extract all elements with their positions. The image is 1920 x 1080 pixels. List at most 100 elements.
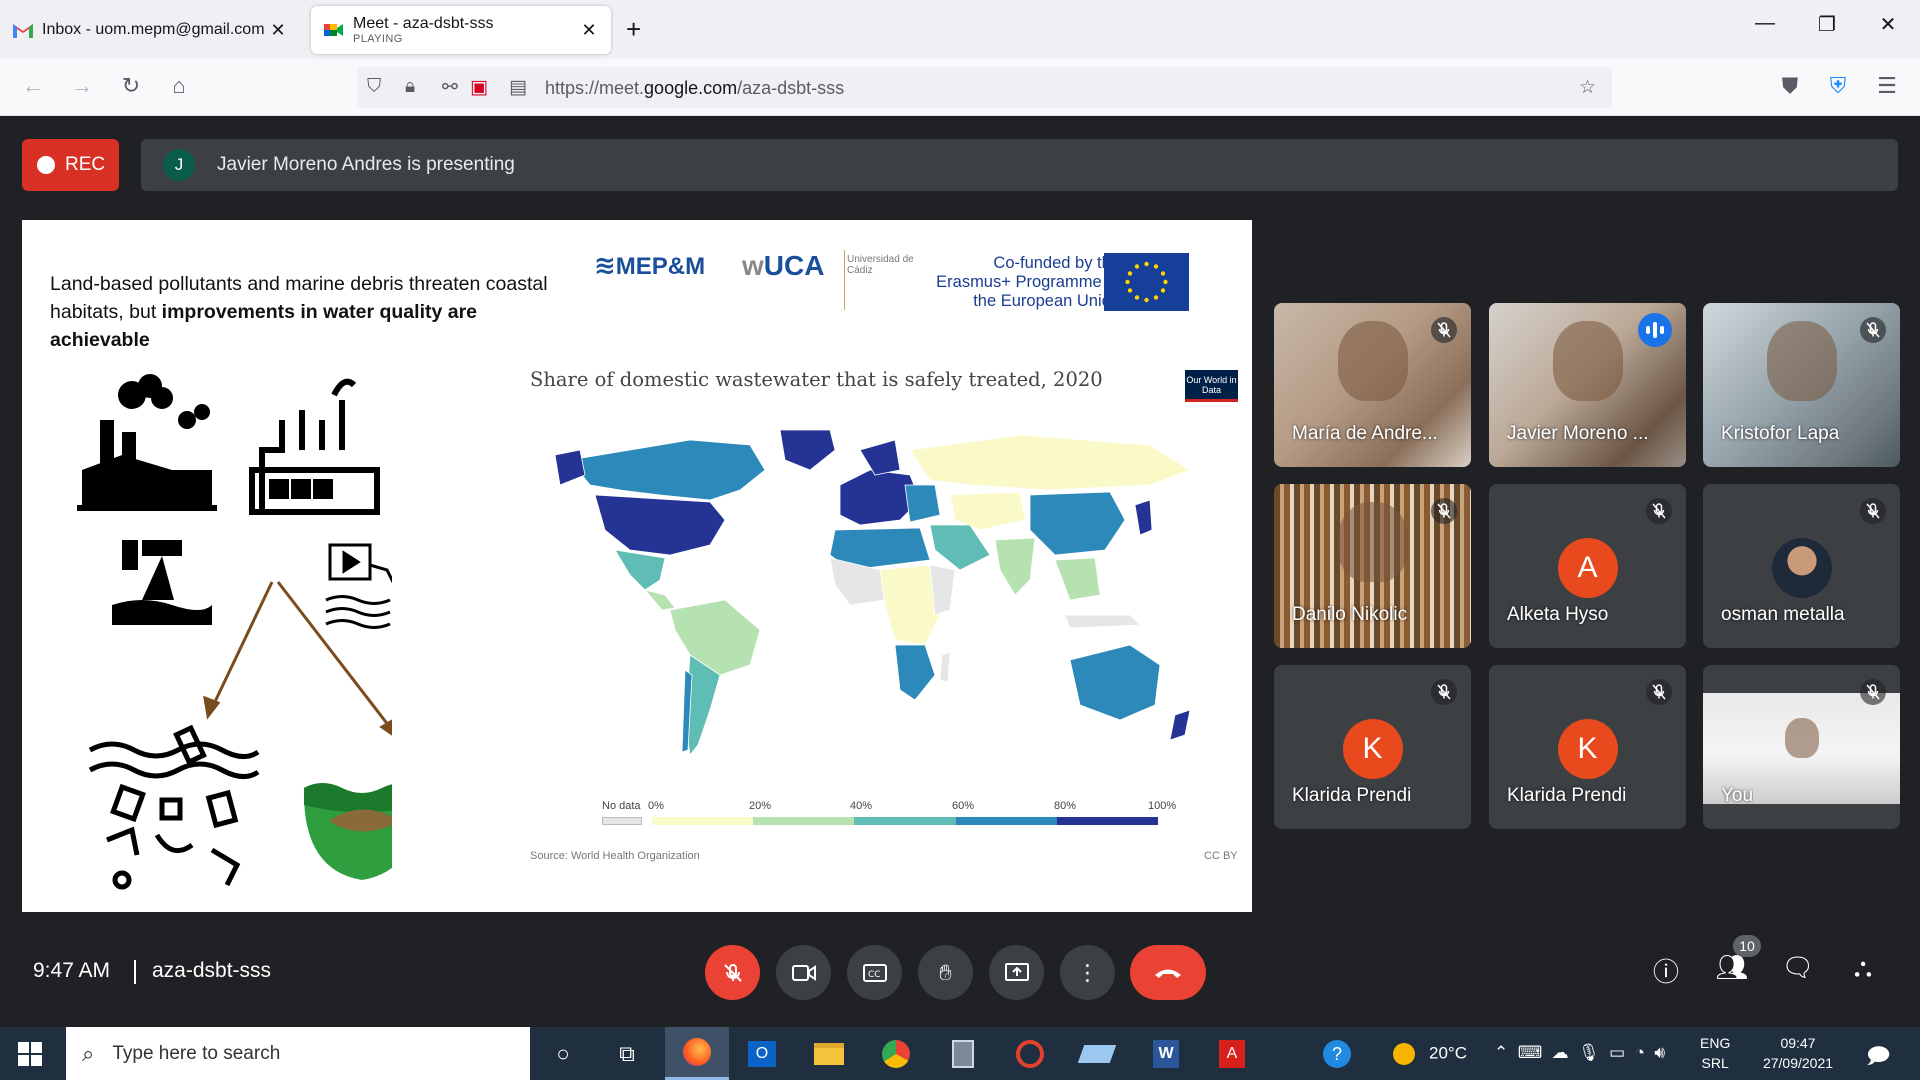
participant-name: Alketa Hyso — [1507, 604, 1609, 625]
taskbar-search[interactable]: ⌕ Type here to search — [66, 1027, 530, 1080]
map-region-eastern-europe — [904, 484, 941, 523]
participant-silhouette — [1766, 321, 1837, 401]
calculator-icon[interactable] — [931, 1027, 995, 1080]
more-options-button[interactable]: ⋮ — [1060, 945, 1115, 1000]
mic-muted-icon — [1860, 498, 1886, 524]
cortana-icon[interactable]: ○ — [531, 1027, 595, 1080]
home-icon[interactable]: ⌂ — [164, 73, 194, 99]
firefox-taskbar-icon[interactable] — [665, 1027, 729, 1080]
participant-tile[interactable]: K Klarida Prendi — [1274, 665, 1471, 829]
vpn-shield-icon[interactable]: ⛨ — [1823, 73, 1853, 99]
scanner-taskbar-icon[interactable] — [1065, 1027, 1129, 1080]
camera-sharing-icon[interactable]: ▣ — [470, 76, 488, 99]
system-clock[interactable]: 09:47 27/09/2021 — [1755, 1033, 1841, 1073]
minimize-icon[interactable]: — — [1735, 12, 1795, 35]
map-title: Share of domestic wastewater that is saf… — [530, 368, 1103, 391]
map-region-middle-east — [929, 524, 991, 571]
pocket-icon[interactable]: ⛊ — [1775, 73, 1805, 99]
map-region-indonesia — [1064, 614, 1141, 629]
close-tab-icon[interactable]: ✕ — [579, 20, 599, 41]
outlook-taskbar-icon[interactable]: O — [730, 1027, 794, 1080]
address-bar[interactable]: ⛉ 🔒︎ ⚯ ▣ ▤ https://meet.google.com/aza-d… — [357, 67, 1612, 108]
close-window-icon[interactable]: ✕ — [1858, 12, 1918, 37]
tray-icons[interactable]: ⌃ ⌨ ☁ 🎙︎ ▭ ◔ 🔊︎ — [1494, 1043, 1665, 1063]
present-icon — [1004, 962, 1029, 981]
search-icon: ⌕ — [82, 1040, 95, 1066]
word-taskbar-icon[interactable]: W — [1134, 1027, 1198, 1080]
legend-nodata-label: No data — [602, 800, 641, 812]
legend-color-bar — [652, 817, 1159, 825]
industrial-plant-icon — [249, 378, 380, 515]
rec-label: REC — [65, 154, 106, 175]
present-button[interactable] — [989, 945, 1044, 1000]
chrome-taskbar-icon[interactable] — [864, 1027, 928, 1080]
temperature: 20°C — [1429, 1043, 1467, 1063]
file-explorer-icon[interactable] — [797, 1027, 861, 1080]
activities-button[interactable]: ⛬ — [1843, 952, 1883, 984]
participant-tile[interactable]: You — [1703, 665, 1900, 829]
close-tab-icon[interactable]: ✕ — [268, 20, 288, 41]
flow-arrows — [203, 581, 392, 736]
participant-name: Klarida Prendi — [1292, 785, 1412, 806]
factory-smoke-icon — [77, 374, 217, 511]
language-bottom: SRL — [1701, 1055, 1729, 1071]
meeting-code: aza-dsbt-sss — [152, 959, 272, 982]
tab-playing-label: PLAYING — [353, 33, 403, 45]
legend-tick: 60% — [952, 800, 975, 812]
participant-name: Javier Moreno ... — [1507, 423, 1649, 444]
participant-tile[interactable]: osman metalla — [1703, 484, 1900, 648]
acrobat-taskbar-icon[interactable]: A — [1200, 1027, 1264, 1080]
speaking-indicator-icon — [1638, 313, 1672, 347]
map-legend: No data 0% 20% 40% 60% 80% 100% — [602, 800, 1176, 840]
bookmark-star-icon[interactable]: ☆ — [1579, 76, 1596, 99]
windows-start-icon[interactable] — [18, 1042, 42, 1066]
participant-tile[interactable]: Danilo Nikolic — [1274, 484, 1471, 648]
participant-tile[interactable]: A Alketa Hyso — [1489, 484, 1686, 648]
leave-call-button[interactable] — [1130, 945, 1206, 1000]
presenting-text: Javier Moreno Andres is presenting — [217, 154, 515, 175]
tab-gmail[interactable]: Inbox - uom.mepm@gmail.com ✕ — [0, 6, 300, 54]
map-region-russia — [909, 434, 1191, 491]
divider — [134, 960, 136, 984]
map-region-southern-africa — [894, 644, 936, 701]
participant-tile[interactable]: Javier Moreno ... — [1489, 303, 1686, 467]
participant-tile[interactable]: Kristofor Lapa — [1703, 303, 1900, 467]
forward-icon[interactable]: → — [67, 73, 97, 99]
participant-tile[interactable]: K Klarida Prendi — [1489, 665, 1686, 829]
new-tab-icon[interactable]: + — [626, 14, 641, 45]
participant-avatar-letter: K — [1557, 719, 1618, 779]
captions-button[interactable]: CC — [847, 945, 902, 1000]
participant-name: You — [1721, 785, 1754, 806]
tab-meet[interactable]: Meet - aza-dsbt-sss PLAYING ✕ — [311, 6, 611, 54]
raise-hand-button[interactable]: ✋︎ — [918, 945, 973, 1000]
permissions-icon[interactable]: ⚯ — [442, 76, 458, 99]
more-vert-icon: ⋮ — [1076, 959, 1099, 985]
menu-icon[interactable]: ☰ — [1872, 73, 1902, 99]
language-indicator[interactable]: ENG SRL — [1700, 1033, 1730, 1073]
mic-off-icon — [723, 963, 742, 982]
recording-badge[interactable]: REC — [22, 139, 119, 191]
notification-icon[interactable]: 🗩︎ — [1866, 1039, 1890, 1077]
help-icon[interactable]: ? — [1305, 1027, 1369, 1080]
camera-button[interactable] — [776, 945, 831, 1000]
shield-icon[interactable]: ⛉ — [367, 76, 381, 98]
participant-tile[interactable]: María de Andre... — [1274, 303, 1471, 467]
reader-icon[interactable]: ▤ — [509, 76, 527, 99]
meeting-clock: 9:47 AM — [33, 959, 111, 982]
back-icon[interactable]: ← — [18, 73, 48, 99]
task-view-icon[interactable]: ⧉ — [595, 1027, 659, 1080]
restore-icon[interactable]: ❐ — [1797, 12, 1857, 37]
legend-tick: 40% — [850, 800, 873, 812]
app-taskbar-icon[interactable] — [998, 1027, 1062, 1080]
map-region-australia — [1069, 644, 1161, 721]
participant-name: Kristofor Lapa — [1721, 423, 1840, 444]
language-top: ENG — [1700, 1035, 1731, 1051]
mic-off-button[interactable] — [705, 945, 760, 1000]
reload-icon[interactable]: ↻ — [116, 73, 146, 99]
weather-widget[interactable]: 20°C — [1393, 1043, 1467, 1065]
mic-muted-icon — [1646, 679, 1672, 705]
map-region-china — [1029, 491, 1126, 556]
chat-button[interactable]: 🗨︎ — [1778, 952, 1818, 983]
lock-icon[interactable]: 🔒︎ — [405, 76, 415, 98]
meeting-details-button[interactable]: ⓘ — [1646, 952, 1686, 989]
